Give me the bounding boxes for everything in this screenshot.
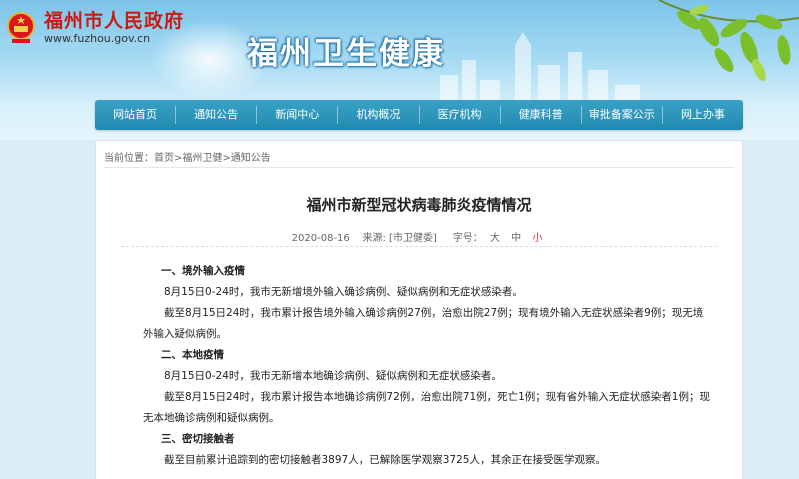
article-date: 2020-08-16 <box>291 233 350 244</box>
nav-item-approval-publicity[interactable]: 审批备案公示 <box>582 100 662 130</box>
nav-item-news[interactable]: 新闻中心 <box>257 100 337 130</box>
article-source: 来源: [市卫健委] <box>362 233 437 244</box>
nav-item-health-science[interactable]: 健康科普 <box>501 100 581 130</box>
nav-item-about[interactable]: 机构概况 <box>338 100 418 130</box>
brand-title: 福州卫生健康 <box>247 36 445 72</box>
section-heading: 一、境外输入疫情 <box>161 265 245 277</box>
article-panel: 当前位置：首页>福州卫健>通知公告 福州市新型冠状病毒肺炎疫情情况 2020-0… <box>95 140 743 479</box>
site-url: www.fuzhou.gov.cn <box>44 32 151 45</box>
breadcrumb-notices-link[interactable]: 通知公告 <box>231 153 271 164</box>
paragraph: 截至8月15日24时，我市累计报告境外输入确诊病例27例，治愈出院27例；现有境… <box>143 307 704 340</box>
article-title: 福州市新型冠状病毒肺炎疫情情况 <box>306 196 532 214</box>
site-name: 福州市人民政府 <box>44 10 185 32</box>
breadcrumb-health-link[interactable]: 福州卫健 <box>182 153 222 164</box>
meta-divider <box>121 246 717 247</box>
breadcrumb-prefix: 当前位置： <box>104 153 154 164</box>
font-size-small-button[interactable]: 小 <box>532 233 542 244</box>
national-emblem-icon <box>7 12 35 43</box>
nav-item-notices[interactable]: 通知公告 <box>176 100 256 130</box>
article-body: 一、境外输入疫情 8月15日0-24时，我市无新增境外输入确诊病例、疑似病例和无… <box>143 261 713 471</box>
nav-item-medical-institutions[interactable]: 医疗机构 <box>420 100 500 130</box>
paragraph: 截至目前累计追踪到的密切接触者3897人，已解除医学观察3725人，其余正在接受… <box>164 454 606 466</box>
font-size-label: 字号： <box>452 233 483 244</box>
font-size-large-button[interactable]: 大 <box>490 233 500 244</box>
section-heading: 二、本地疫情 <box>161 349 224 361</box>
breadcrumb-divider <box>104 167 734 168</box>
nav-item-home[interactable]: 网站首页 <box>95 100 175 130</box>
site-logo[interactable]: 福州市人民政府 www.fuzhou.gov.cn <box>6 10 184 46</box>
font-size-medium-button[interactable]: 中 <box>511 233 521 244</box>
article-meta: 2020-08-16 来源: [市卫健委] 字号： 大 中 小 <box>96 229 742 244</box>
breadcrumb-separator: > <box>222 153 231 164</box>
section-heading: 三、密切接触者 <box>161 433 235 445</box>
paragraph: 8月15日0-24时，我市无新增境外输入确诊病例、疑似病例和无症状感染者。 <box>164 286 523 298</box>
breadcrumb-home-link[interactable]: 首页 <box>154 153 174 164</box>
breadcrumb: 当前位置：首页>福州卫健>通知公告 <box>104 149 271 164</box>
paragraph: 8月15日0-24时，我市无新增本地确诊病例、疑似病例和无症状感染者。 <box>164 370 502 382</box>
nav-item-online-services[interactable]: 网上办事 <box>663 100 743 130</box>
paragraph: 截至8月15日24时，我市累计报告本地确诊病例72例，治愈出院71例，死亡1例；… <box>143 391 710 424</box>
leaves-decoration <box>658 0 799 82</box>
main-nav: 网站首页 通知公告 新闻中心 机构概况 医疗机构 健康科普 审批备案公示 网上办… <box>95 100 743 130</box>
